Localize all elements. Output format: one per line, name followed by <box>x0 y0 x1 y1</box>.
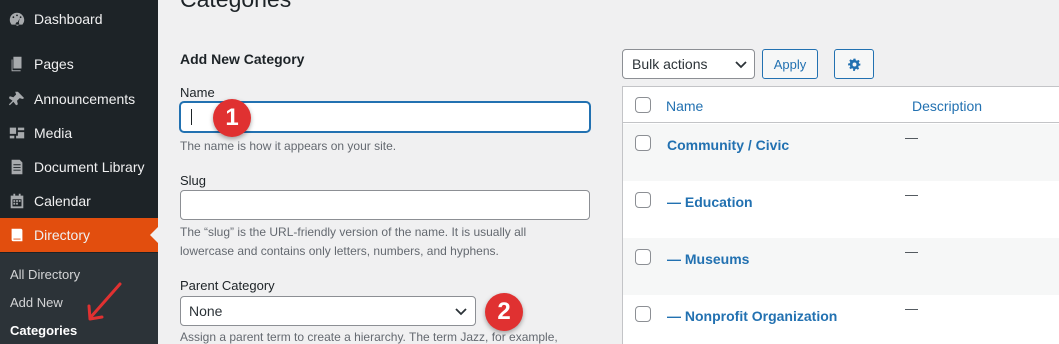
screen-options-button[interactable] <box>834 49 874 79</box>
slug-help-line-1: The “slug” is the URL-friendly version o… <box>180 225 527 239</box>
chevron-down-icon <box>455 308 467 316</box>
submenu-add-new[interactable]: Add New <box>10 295 63 310</box>
annotation-arrow-icon <box>87 282 122 321</box>
page-title: Categories <box>180 0 291 13</box>
row-checkbox[interactable] <box>635 192 651 208</box>
category-name-link[interactable]: Community / Civic <box>667 137 789 153</box>
sidebar-item-media[interactable]: Media <box>0 116 158 150</box>
apply-button[interactable]: Apply <box>762 49 818 79</box>
chevron-down-icon <box>735 61 747 69</box>
calendar-icon <box>0 192 34 210</box>
category-description: — <box>905 187 918 202</box>
annotation-badge-1: 1 <box>213 99 251 137</box>
row-checkbox[interactable] <box>635 135 651 151</box>
book-icon <box>0 226 34 244</box>
parent-category-label: Parent Category <box>180 278 275 293</box>
category-name-link[interactable]: — Nonprofit Organization <box>667 308 837 324</box>
sidebar-item-announcements[interactable]: Announcements <box>0 82 158 116</box>
sidebar-item-label: Directory <box>34 227 91 243</box>
slug-help-line-2: lowercase and contains only letters, num… <box>180 244 499 258</box>
sidebar-item-pages[interactable]: Pages <box>0 47 158 81</box>
slug-input[interactable] <box>180 190 590 220</box>
admin-sidebar: Dashboard Pages Announcements Media Docu… <box>0 0 158 344</box>
name-help-text: The name is how it appears on your site. <box>180 139 397 153</box>
sidebar-item-directory[interactable]: Directory <box>0 218 158 252</box>
parent-category-select[interactable]: None <box>180 296 476 326</box>
category-name-link[interactable]: — Museums <box>667 251 749 267</box>
table-row: — Museums — <box>623 238 1059 295</box>
row-checkbox[interactable] <box>635 249 651 265</box>
select-all-checkbox[interactable] <box>635 97 651 113</box>
sidebar-item-label: Dashboard <box>34 11 103 27</box>
sidebar-item-label: Announcements <box>34 91 136 107</box>
parent-category-value: None <box>189 303 223 319</box>
sidebar-item-document-library[interactable]: Document Library <box>0 150 158 184</box>
sidebar-item-calendar[interactable]: Calendar <box>0 184 158 218</box>
bulk-actions-select[interactable]: Bulk actions <box>622 49 755 79</box>
submenu-categories[interactable]: Categories <box>10 323 77 338</box>
active-menu-pointer <box>150 227 158 243</box>
sidebar-item-label: Media <box>34 125 73 141</box>
column-header-description[interactable]: Description <box>912 98 982 114</box>
table-header: Name Description <box>623 87 1059 123</box>
category-description: — <box>905 130 918 145</box>
pin-icon <box>0 90 34 108</box>
annotation-badge-2: 2 <box>485 293 523 331</box>
sidebar-item-label: Calendar <box>34 193 91 209</box>
sidebar-item-dashboard[interactable]: Dashboard <box>0 2 158 36</box>
category-description: — <box>905 301 918 316</box>
table-row: — Nonprofit Organization — <box>623 295 1059 344</box>
form-title: Add New Category <box>180 51 305 67</box>
pages-icon <box>0 55 34 73</box>
media-icon <box>0 124 34 142</box>
name-label: Name <box>180 85 215 100</box>
category-description: — <box>905 244 918 259</box>
dashboard-icon <box>0 10 34 28</box>
submenu-all-directory[interactable]: All Directory <box>10 267 80 282</box>
sidebar-item-label: Pages <box>34 56 74 72</box>
table-row: Community / Civic — <box>623 124 1059 181</box>
bulk-actions-value: Bulk actions <box>632 56 708 72</box>
categories-table: Name Description Community / Civic — — E… <box>622 86 1059 344</box>
parent-help-text: Assign a parent term to create a hierarc… <box>180 330 558 344</box>
document-icon <box>0 158 34 176</box>
row-checkbox[interactable] <box>635 306 651 322</box>
table-row: — Education — <box>623 181 1059 238</box>
category-name-link[interactable]: — Education <box>667 194 753 210</box>
sidebar-item-label: Document Library <box>34 159 145 175</box>
column-header-name[interactable]: Name <box>666 98 703 114</box>
gear-icon <box>847 58 860 71</box>
text-caret <box>191 109 192 125</box>
slug-label: Slug <box>180 173 207 188</box>
directory-submenu: All Directory Add New Categories <box>0 253 158 344</box>
